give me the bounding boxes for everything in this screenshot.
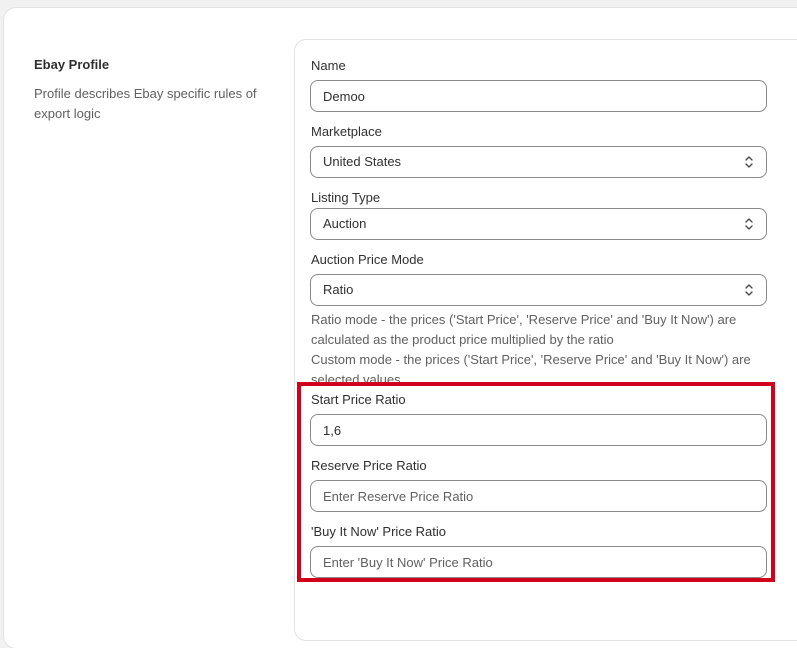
marketplace-value: United States [323, 154, 402, 169]
marketplace-select[interactable]: United States [310, 146, 767, 178]
highlight-annotation [297, 382, 775, 582]
auction-price-mode-select[interactable]: Ratio [310, 274, 767, 306]
chevron-up-down-icon [745, 284, 753, 296]
chevron-up-down-icon [745, 156, 753, 168]
help-ratio-text: Ratio mode - the prices ('Start Price', … [311, 312, 737, 347]
name-label: Name [311, 58, 346, 73]
listing-type-label: Listing Type [311, 190, 381, 205]
marketplace-label: Marketplace [311, 124, 382, 139]
auction-price-mode-value: Ratio [323, 282, 354, 297]
name-field-box [310, 80, 767, 112]
auction-price-mode-help: Ratio mode - the prices ('Start Price', … [311, 310, 771, 390]
listing-type-select[interactable]: Auction [310, 208, 767, 240]
section-description: Profile describes Ebay specific rules of… [34, 86, 257, 121]
chevron-up-down-icon [745, 218, 753, 230]
auction-price-mode-label: Auction Price Mode [311, 252, 424, 267]
name-input[interactable] [323, 81, 743, 111]
listing-type-value: Auction [323, 216, 367, 231]
section-title: Ebay Profile [34, 57, 110, 72]
